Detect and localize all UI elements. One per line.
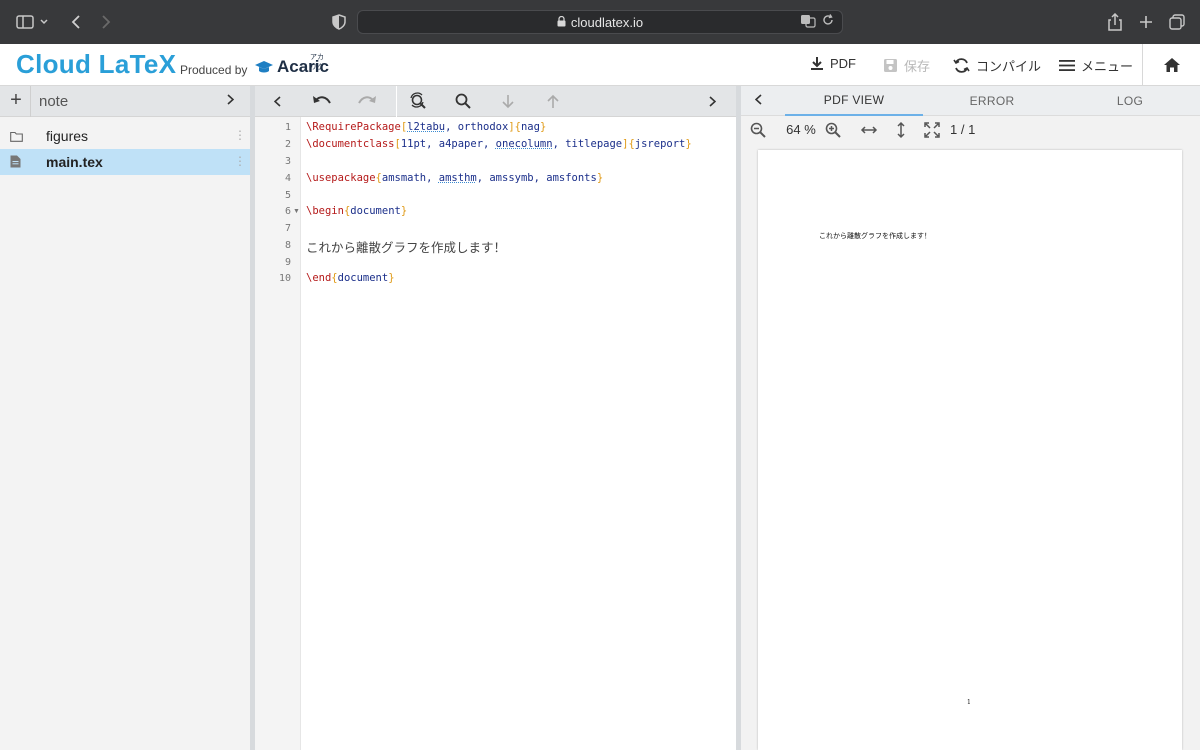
- sidebar-toggle-icon[interactable]: [14, 11, 36, 33]
- back-icon[interactable]: [65, 11, 87, 33]
- code-line-6: \begin{document}: [306, 205, 408, 217]
- find-replace-icon[interactable]: [406, 90, 430, 112]
- tab-error[interactable]: ERROR: [923, 86, 1061, 116]
- app-header: Cloud LaTeX Produced by Acaric アカリク PDF …: [0, 44, 1200, 86]
- line-number: 10: [278, 273, 291, 284]
- line-number: 5: [284, 190, 291, 201]
- tab-pdf-view[interactable]: PDF VIEW: [785, 86, 923, 116]
- fit-height-icon[interactable]: [891, 120, 911, 140]
- file-panel: + note figures ⋮ main.tex ⋮: [0, 86, 250, 750]
- pdf-panel: PDF VIEW ERROR LOG 64 % 1 / 1 これから離散グラフを…: [741, 86, 1200, 750]
- translate-icon[interactable]: [800, 14, 816, 31]
- add-file-button[interactable]: +: [6, 89, 26, 112]
- code-line-10: \end{document}: [306, 272, 395, 284]
- line-number: 6: [284, 206, 291, 217]
- line-number: 2: [284, 139, 291, 150]
- reload-icon[interactable]: [822, 14, 834, 31]
- cloud-latex-logo[interactable]: Cloud LaTeX: [16, 49, 176, 80]
- url-text: cloudlatex.io: [570, 14, 644, 30]
- file-panel-toolbar: + note: [0, 86, 250, 117]
- zoom-level[interactable]: 64 %: [781, 122, 821, 137]
- zoom-in-icon[interactable]: [823, 120, 843, 140]
- acaric-logo: Acaric アカリク: [254, 54, 329, 77]
- file-options-icon[interactable]: ⋮: [234, 154, 246, 168]
- save-icon: [884, 59, 897, 72]
- download-icon: [811, 57, 823, 70]
- menu-label: メニュー: [1081, 59, 1134, 74]
- line-number: 8: [284, 240, 291, 251]
- zoom-out-icon[interactable]: [748, 120, 768, 140]
- file-name: figures: [46, 128, 89, 144]
- forward-icon[interactable]: [95, 11, 117, 33]
- collapse-editor-icon[interactable]: [754, 92, 762, 108]
- pdf-panel-tabs: PDF VIEW ERROR LOG: [741, 86, 1200, 116]
- menu-button[interactable]: メニュー: [1059, 56, 1133, 75]
- tabs-overview-icon[interactable]: [1166, 11, 1188, 33]
- home-button[interactable]: [1142, 44, 1200, 86]
- pdf-toolbar: 64 % 1 / 1: [741, 116, 1200, 144]
- collapse-panel-icon[interactable]: [227, 92, 235, 108]
- privacy-shield-icon[interactable]: [328, 11, 350, 33]
- pdf-page-text: これから離散グラフを作成します！: [819, 232, 931, 240]
- pdf-page: これから離散グラフを作成します！ 1: [758, 150, 1182, 750]
- file-item-figures[interactable]: figures ⋮: [0, 123, 250, 149]
- code-line-8: これから離散グラフを作成します！: [306, 240, 507, 255]
- pdf-page-number: 1: [967, 699, 971, 706]
- page-indicator: 1 / 1: [950, 122, 976, 137]
- code-editor[interactable]: \RequirePackage[l2tabu, orthodox]{nag} \…: [301, 117, 736, 750]
- code-line-2: \documentclass[11pt, a4paper, onecolumn,…: [306, 138, 692, 150]
- hamburger-icon: [1059, 60, 1075, 71]
- code-line-1: \RequirePackage[l2tabu, orthodox]{nag}: [306, 121, 547, 133]
- line-number: 7: [284, 223, 291, 234]
- file-name: main.tex: [46, 154, 103, 170]
- document-icon: [10, 155, 21, 173]
- project-name: note: [39, 93, 69, 110]
- collapse-left-icon[interactable]: [265, 90, 289, 112]
- file-item-main-tex[interactable]: main.tex ⋮: [0, 149, 250, 175]
- chevron-down-icon[interactable]: [37, 11, 51, 33]
- compile-label: コンパイル: [976, 59, 1042, 74]
- home-icon: [1163, 58, 1180, 72]
- project-selector[interactable]: note: [30, 86, 250, 117]
- download-pdf-button[interactable]: PDF: [810, 56, 856, 71]
- file-options-icon[interactable]: ⋮: [234, 128, 246, 142]
- pdf-label: PDF: [830, 56, 856, 71]
- address-bar[interactable]: cloudlatex.io: [357, 10, 843, 34]
- fold-arrow-icon[interactable]: ▼: [293, 208, 300, 215]
- line-number: 1: [284, 122, 291, 133]
- produced-by-label: Produced by: [180, 63, 248, 77]
- code-line-4: \usepackage{amsmath, amsthm, amssymb, am…: [306, 172, 604, 184]
- toolbar-divider: [396, 86, 397, 117]
- folder-icon: [10, 129, 23, 147]
- browser-toolbar: cloudlatex.io: [0, 0, 1200, 44]
- compile-button[interactable]: コンパイル: [953, 56, 1041, 75]
- line-number: 4: [284, 173, 291, 184]
- line-number: 9: [284, 257, 291, 268]
- line-number: 3: [284, 156, 291, 167]
- new-tab-icon[interactable]: [1135, 11, 1157, 33]
- tab-log[interactable]: LOG: [1061, 86, 1199, 116]
- collapse-right-icon[interactable]: [700, 90, 724, 112]
- refresh-icon: [953, 58, 970, 73]
- graduation-cap-icon: [255, 61, 273, 73]
- save-button[interactable]: 保存: [883, 56, 930, 75]
- lock-icon: [557, 15, 566, 30]
- search-icon[interactable]: [451, 90, 475, 112]
- previous-match-icon[interactable]: [541, 90, 565, 112]
- share-icon[interactable]: [1104, 11, 1126, 33]
- redo-icon[interactable]: [355, 90, 379, 112]
- fit-width-icon[interactable]: [859, 120, 879, 140]
- save-label: 保存: [904, 59, 931, 74]
- acaric-kana: アカリク: [310, 54, 324, 71]
- line-number-gutter: 1 2 3 4 5 6 ▼ 7 8 9 10: [255, 117, 301, 750]
- fullscreen-icon[interactable]: [922, 120, 942, 140]
- next-match-icon[interactable]: [496, 90, 520, 112]
- undo-icon[interactable]: [310, 90, 334, 112]
- editor-toolbar: [255, 86, 736, 117]
